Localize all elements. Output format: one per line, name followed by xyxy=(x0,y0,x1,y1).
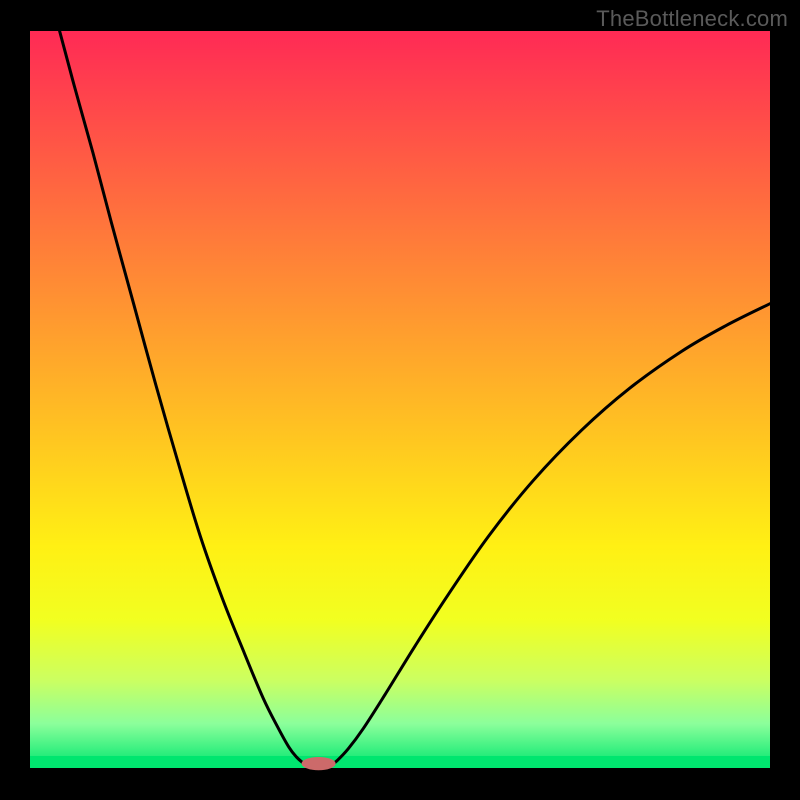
minimum-marker xyxy=(302,757,336,770)
chart-gradient-background xyxy=(30,31,770,768)
chart-bottom-band xyxy=(30,756,770,768)
chart-svg xyxy=(0,0,800,800)
bottleneck-chart xyxy=(0,0,800,800)
watermark-text: TheBottleneck.com xyxy=(596,6,788,32)
